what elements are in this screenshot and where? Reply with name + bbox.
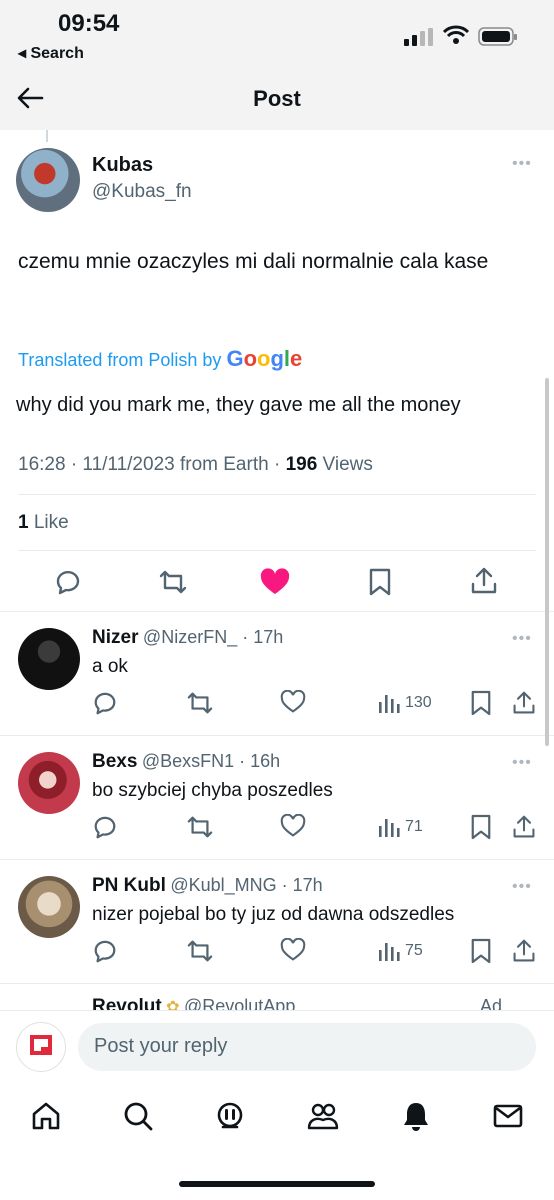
- page-title: Post: [253, 86, 301, 111]
- author-handle[interactable]: @Kubas_fn: [92, 181, 192, 203]
- divider: [0, 983, 554, 984]
- author-name[interactable]: Kubas: [92, 154, 153, 177]
- reply-avatar[interactable]: [18, 876, 80, 938]
- cellular-signal-icon: [404, 28, 434, 46]
- post-text: czemu mnie ozaczyles mi dali normalnie c…: [18, 250, 489, 273]
- divider: [18, 494, 536, 495]
- reply-icon[interactable]: [54, 568, 82, 596]
- my-avatar[interactable]: [16, 1022, 66, 1072]
- reply-icon[interactable]: [92, 814, 118, 840]
- reply-author-handle[interactable]: @BexsFN1 · 16h: [142, 751, 280, 771]
- ad-label: Ad: [480, 996, 503, 1010]
- views-count: 130: [405, 694, 432, 711]
- more-options-icon[interactable]: •••: [512, 155, 532, 173]
- views-count: 75: [405, 942, 423, 959]
- scrollbar[interactable]: [545, 378, 549, 746]
- divider: [0, 611, 554, 612]
- reply-text: nizer pojebal bo ty juz od dawna odszedl…: [92, 904, 455, 925]
- repost-icon[interactable]: [186, 938, 214, 964]
- translated-text: why did you mark me, they gave me all th…: [16, 394, 461, 416]
- author-avatar[interactable]: [16, 148, 80, 212]
- divider: [0, 735, 554, 736]
- views-icon[interactable]: [378, 940, 400, 962]
- repost-icon[interactable]: [158, 568, 188, 596]
- reply-header: Nizer @NizerFN_ · 17h: [92, 627, 283, 649]
- bookmark-icon[interactable]: [470, 814, 492, 840]
- like-icon-filled[interactable]: [260, 568, 290, 596]
- post-meta: 16:28 · 11/11/2023 from Earth · 196 View…: [18, 454, 373, 476]
- reply-author-name[interactable]: Nizer: [92, 627, 138, 648]
- like-icon[interactable]: [280, 690, 306, 714]
- grok-icon[interactable]: [214, 1100, 246, 1132]
- likes-label: Like: [28, 512, 69, 533]
- share-icon[interactable]: [470, 566, 498, 596]
- messages-icon[interactable]: [492, 1100, 524, 1132]
- views-icon[interactable]: [378, 692, 400, 714]
- translated-from-label: Translated from Polish by: [18, 350, 222, 370]
- views-label: Views: [317, 454, 373, 475]
- share-icon[interactable]: [512, 814, 536, 840]
- status-time: 09:54: [58, 10, 120, 37]
- share-icon[interactable]: [512, 690, 536, 716]
- reply-author-name[interactable]: Bexs: [92, 751, 137, 772]
- reply-author-name[interactable]: PN Kubl: [92, 875, 166, 896]
- divider: [18, 550, 536, 551]
- search-icon[interactable]: [122, 1100, 154, 1132]
- reply-author-name[interactable]: Revolut: [92, 996, 162, 1010]
- communities-icon[interactable]: [306, 1100, 340, 1132]
- wifi-icon: [443, 25, 469, 45]
- more-options-icon[interactable]: •••: [512, 878, 532, 896]
- views-icon[interactable]: [378, 816, 400, 838]
- reply-author-handle[interactable]: @NizerFN_ · 17h: [143, 627, 283, 647]
- bookmark-icon[interactable]: [470, 938, 492, 964]
- likes-summary[interactable]: 1 Like: [18, 512, 69, 534]
- google-logo: Google: [226, 346, 303, 371]
- reply-author-handle[interactable]: @Kubl_MNG · 17h: [170, 875, 322, 895]
- thread-connector: [46, 130, 48, 142]
- notifications-icon[interactable]: [400, 1100, 432, 1132]
- more-options-icon[interactable]: •••: [512, 754, 532, 772]
- views-count: 71: [405, 818, 423, 835]
- back-to-search-link[interactable]: ◂ Search: [18, 43, 84, 63]
- like-icon[interactable]: [280, 814, 306, 838]
- views-count: 196: [285, 454, 318, 475]
- like-icon[interactable]: [280, 938, 306, 962]
- reply-icon[interactable]: [92, 690, 118, 716]
- divider: [0, 859, 554, 860]
- translation-attribution[interactable]: Translated from Polish by Google: [18, 346, 302, 372]
- post-timestamp: 16:28 · 11/11/2023 from Earth ·: [18, 454, 286, 475]
- verified-badge-icon: ✿: [166, 999, 180, 1010]
- share-icon[interactable]: [512, 938, 536, 964]
- repost-icon[interactable]: [186, 814, 214, 840]
- reply-text: bo szybciej chyba poszedles: [92, 780, 333, 801]
- likes-count: 1: [18, 512, 29, 533]
- more-options-icon[interactable]: •••: [512, 630, 532, 648]
- bookmark-icon[interactable]: [368, 568, 392, 596]
- home-indicator: [179, 1181, 375, 1187]
- ad-reply-header-clipped: Revolut ✿ @RevolutApp Ad: [92, 996, 542, 1010]
- reply-avatar[interactable]: [18, 752, 80, 814]
- reply-text: a ok: [92, 656, 128, 677]
- reply-icon[interactable]: [92, 938, 118, 964]
- home-icon[interactable]: [30, 1100, 62, 1132]
- bookmark-icon[interactable]: [470, 690, 492, 716]
- reply-header: PN Kubl @Kubl_MNG · 17h: [92, 875, 323, 897]
- reply-input-placeholder: Post your reply: [94, 1035, 228, 1057]
- battery-icon: [478, 27, 518, 47]
- repost-icon[interactable]: [186, 690, 214, 716]
- reply-avatar[interactable]: [18, 628, 80, 690]
- reply-author-handle[interactable]: @RevolutApp: [184, 996, 295, 1010]
- composer-divider: [0, 1010, 554, 1011]
- reply-header: Bexs @BexsFN1 · 16h: [92, 751, 280, 773]
